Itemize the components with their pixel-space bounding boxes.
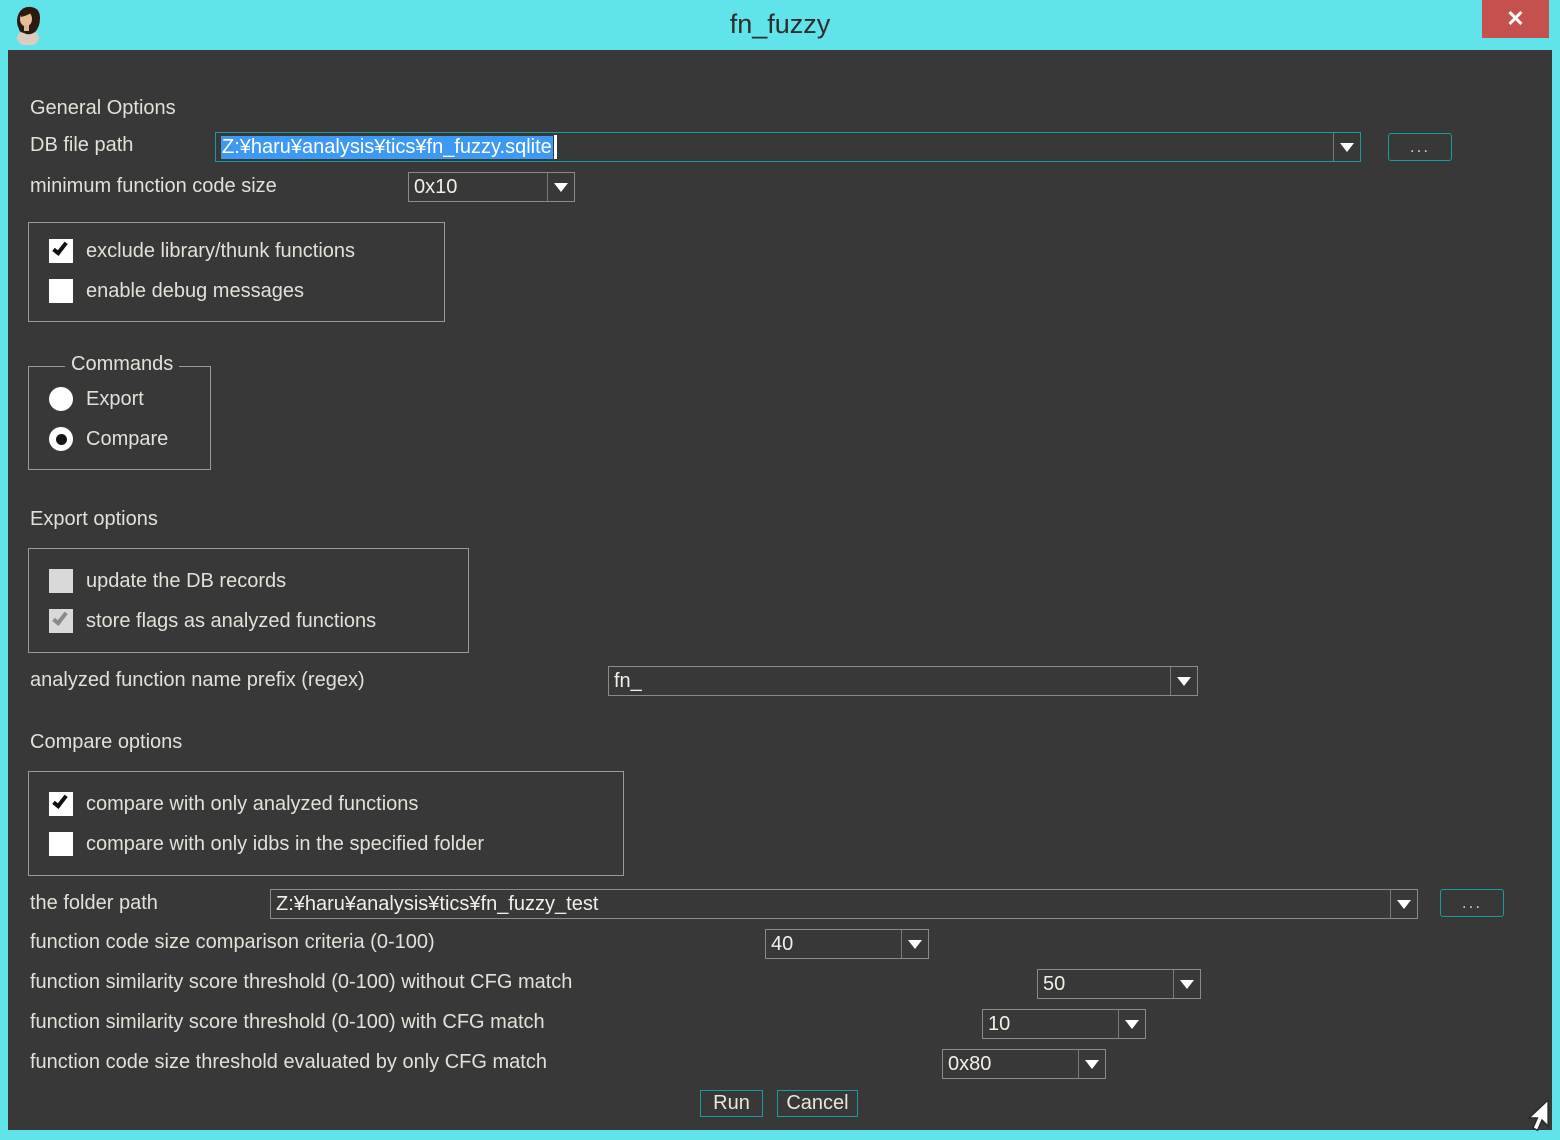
chevron-down-icon <box>554 183 568 192</box>
only-idbs-label: compare with only idbs in the specified … <box>86 833 484 856</box>
update-db-label: update the DB records <box>86 570 286 593</box>
chevron-down-icon <box>1180 980 1194 989</box>
only-idbs-checkbox[interactable] <box>49 832 73 856</box>
debug-messages-checkbox[interactable] <box>49 279 73 303</box>
compare-radio-label: Compare <box>86 428 168 451</box>
checkbox-row-update-db: update the DB records <box>49 569 286 593</box>
titlebar[interactable]: fn_fuzzy ✕ <box>0 0 1560 50</box>
only-analyzed-label: compare with only analyzed functions <box>86 793 418 816</box>
db-file-path-label: DB file path <box>30 134 133 157</box>
check-icon <box>52 239 68 256</box>
radio-row-compare[interactable]: Compare <box>49 427 168 451</box>
export-options-heading: Export options <box>30 508 158 531</box>
checkbox-row-exclude-library[interactable]: exclude library/thunk functions <box>49 239 355 263</box>
checkbox-row-only-idbs[interactable]: compare with only idbs in the specified … <box>49 832 484 856</box>
run-button[interactable]: Run <box>700 1090 763 1117</box>
prefix-combobox[interactable]: fn_ <box>608 666 1198 696</box>
size-threshold-cfg-value[interactable]: 0x80 <box>943 1050 1078 1078</box>
compare-radio[interactable] <box>49 427 73 451</box>
prefix-label: analyzed function name prefix (regex) <box>30 669 365 692</box>
commands-groupbox: Commands Export Compare <box>28 366 211 470</box>
size-threshold-cfg-dropdown-button[interactable] <box>1078 1050 1105 1078</box>
similarity-with-cfg-label: function similarity score threshold (0-1… <box>30 1011 545 1034</box>
export-radio[interactable] <box>49 387 73 411</box>
code-size-criteria-combobox[interactable]: 40 <box>765 929 929 959</box>
size-threshold-cfg-label: function code size threshold evaluated b… <box>30 1051 547 1074</box>
db-file-path-value[interactable]: Z:¥haru¥analysis¥tics¥fn_fuzzy.sqlite <box>216 133 1333 161</box>
size-threshold-cfg-combobox[interactable]: 0x80 <box>942 1049 1106 1079</box>
folder-path-label: the folder path <box>30 892 158 915</box>
dialog-content: General Options DB file path Z:¥haru¥ana… <box>8 50 1552 1130</box>
chevron-down-icon <box>1177 677 1191 686</box>
code-size-criteria-label: function code size comparison criteria (… <box>30 931 435 954</box>
similarity-without-cfg-combobox[interactable]: 50 <box>1037 969 1201 999</box>
db-file-path-combobox[interactable]: Z:¥haru¥analysis¥tics¥fn_fuzzy.sqlite <box>215 132 1361 162</box>
mouse-cursor <box>1520 1100 1550 1132</box>
similarity-with-cfg-combobox[interactable]: 10 <box>982 1009 1146 1039</box>
export-radio-label: Export <box>86 388 144 411</box>
close-button[interactable]: ✕ <box>1482 0 1549 38</box>
exclude-library-label: exclude library/thunk functions <box>86 240 355 263</box>
similarity-with-cfg-value[interactable]: 10 <box>983 1010 1118 1038</box>
check-icon <box>52 609 68 626</box>
window-title: fn_fuzzy <box>0 0 1560 50</box>
only-analyzed-checkbox[interactable] <box>49 792 73 816</box>
compare-options-heading: Compare options <box>30 731 182 754</box>
prefix-dropdown-button[interactable] <box>1170 667 1197 695</box>
prefix-value[interactable]: fn_ <box>609 667 1170 695</box>
checkbox-row-only-analyzed[interactable]: compare with only analyzed functions <box>49 792 418 816</box>
db-file-path-dropdown-button[interactable] <box>1333 133 1360 161</box>
code-size-criteria-dropdown-button[interactable] <box>901 930 928 958</box>
store-flags-label: store flags as analyzed functions <box>86 610 376 633</box>
update-db-checkbox <box>49 569 73 593</box>
radio-row-export[interactable]: Export <box>49 387 144 411</box>
similarity-without-cfg-label: function similarity score threshold (0-1… <box>30 971 572 994</box>
chevron-down-icon <box>1397 900 1411 909</box>
general-options-groupbox: exclude library/thunk functions enable d… <box>28 222 445 322</box>
fn-fuzzy-dialog: fn_fuzzy ✕ General Options DB file path … <box>0 0 1560 1140</box>
folder-path-browse-button[interactable]: ... <box>1440 889 1504 917</box>
db-file-path-browse-button[interactable]: ... <box>1388 133 1452 161</box>
code-size-criteria-value[interactable]: 40 <box>766 930 901 958</box>
text-caret <box>554 135 557 159</box>
chevron-down-icon <box>1125 1020 1139 1029</box>
exclude-library-checkbox[interactable] <box>49 239 73 263</box>
min-code-size-label: minimum function code size <box>30 175 277 198</box>
similarity-without-cfg-value[interactable]: 50 <box>1038 970 1173 998</box>
similarity-with-cfg-dropdown-button[interactable] <box>1118 1010 1145 1038</box>
compare-options-groupbox: compare with only analyzed functions com… <box>28 771 624 876</box>
store-flags-checkbox <box>49 609 73 633</box>
debug-messages-label: enable debug messages <box>86 280 304 303</box>
chevron-down-icon <box>1085 1060 1099 1069</box>
cancel-button[interactable]: Cancel <box>777 1090 858 1117</box>
checkbox-row-debug-messages[interactable]: enable debug messages <box>49 279 304 303</box>
chevron-down-icon <box>1340 143 1354 152</box>
chevron-down-icon <box>908 940 922 949</box>
export-options-groupbox: update the DB records store flags as ana… <box>28 548 469 653</box>
min-code-size-combobox[interactable]: 0x10 <box>408 172 575 202</box>
folder-path-value[interactable]: Z:¥haru¥analysis¥tics¥fn_fuzzy_test <box>271 890 1390 918</box>
min-code-size-dropdown-button[interactable] <box>547 173 574 201</box>
general-options-heading: General Options <box>30 97 176 120</box>
min-code-size-value[interactable]: 0x10 <box>409 173 547 201</box>
folder-path-dropdown-button[interactable] <box>1390 890 1417 918</box>
radio-dot <box>56 434 67 445</box>
checkbox-row-store-flags: store flags as analyzed functions <box>49 609 376 633</box>
check-icon <box>52 792 68 809</box>
similarity-without-cfg-dropdown-button[interactable] <box>1173 970 1200 998</box>
commands-legend: Commands <box>65 353 179 376</box>
folder-path-combobox[interactable]: Z:¥haru¥analysis¥tics¥fn_fuzzy_test <box>270 889 1418 919</box>
close-icon: ✕ <box>1506 6 1524 32</box>
